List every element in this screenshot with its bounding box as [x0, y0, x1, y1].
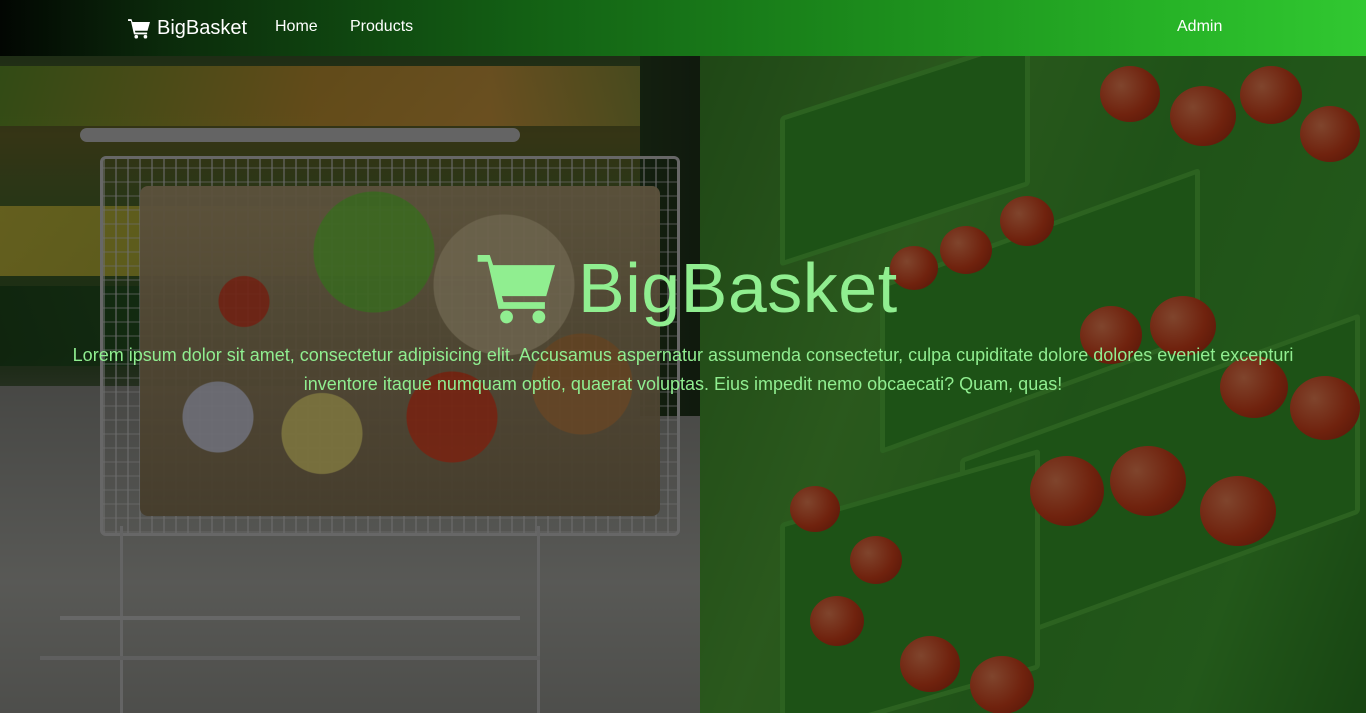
brand-name: BigBasket [157, 17, 248, 39]
hero-title-text: BigBasket [578, 249, 898, 327]
navbar: BigBasket Home Products Admin [0, 0, 1366, 56]
nav-admin-link[interactable]: Admin [1177, 17, 1222, 37]
shopping-cart-icon [476, 251, 560, 325]
brand-link[interactable]: BigBasket [128, 15, 247, 41]
hero-title: BigBasket [476, 248, 898, 328]
nav-products-link[interactable]: Products [350, 17, 413, 37]
nav-home-link[interactable]: Home [275, 17, 318, 37]
shopping-cart-icon [128, 18, 151, 39]
hero-description: Lorem ipsum dolor sit amet, consectetur … [72, 345, 1294, 394]
